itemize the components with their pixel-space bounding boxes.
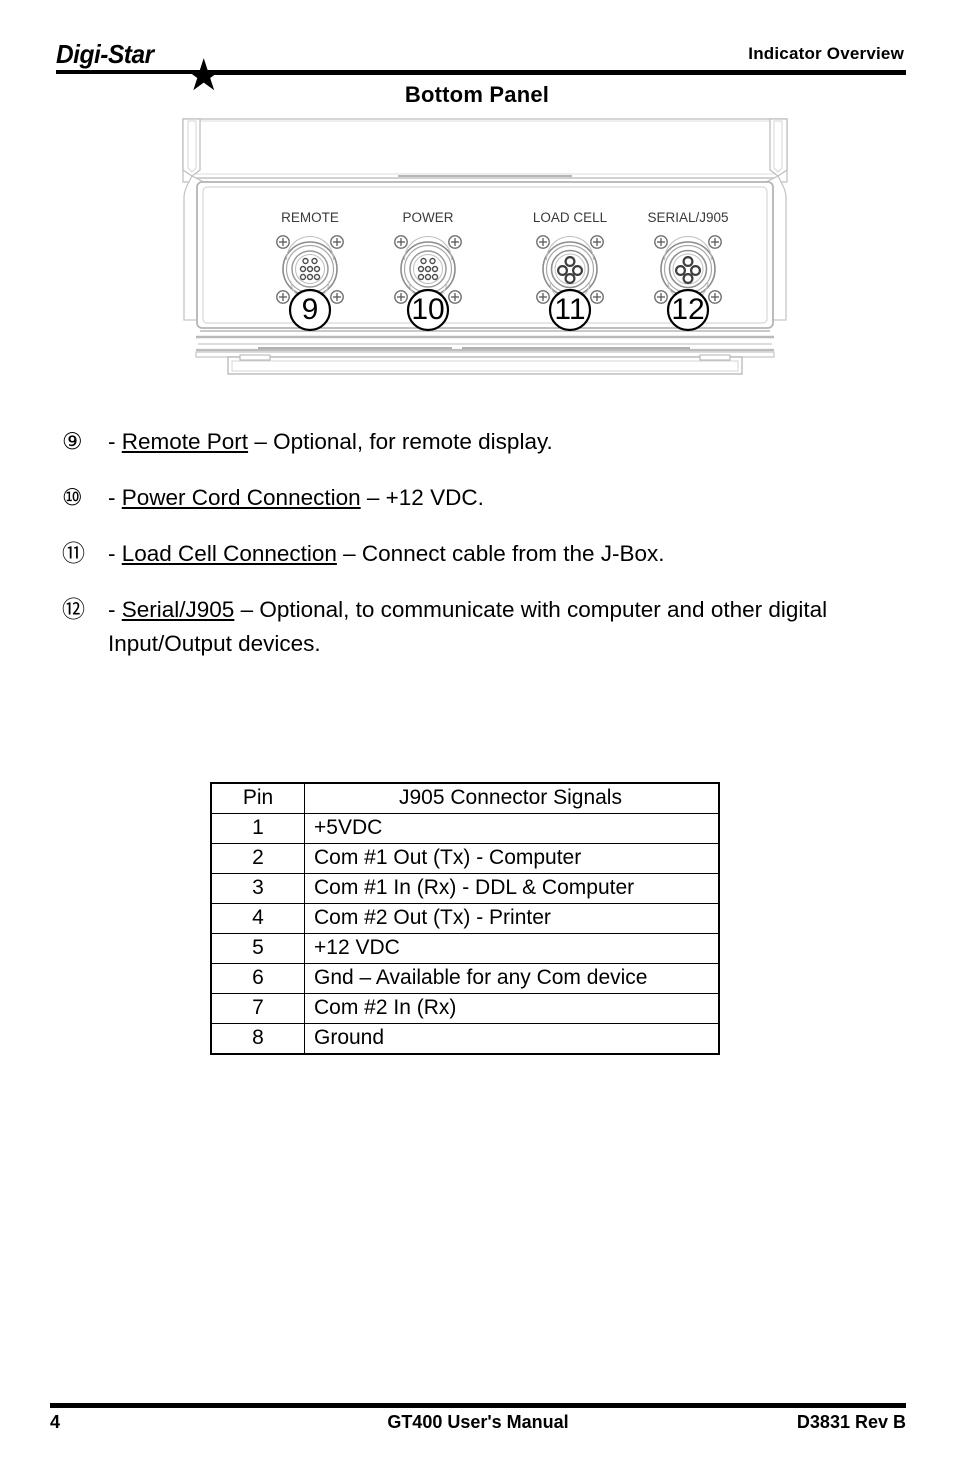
term-remote-port: Remote Port xyxy=(121,429,249,454)
table-row: 1 +5VDC xyxy=(210,813,720,844)
svg-text:9: 9 xyxy=(302,293,319,326)
logo-underline xyxy=(56,70,204,74)
table-header-row: Pin J905 Connector Signals xyxy=(210,782,720,814)
list-item: ⑨ - Remote Port – Optional, for remote d… xyxy=(62,425,922,459)
desc-serial-j905: – Optional, to communicate with computer… xyxy=(234,597,828,622)
list-item: ⑪ - Load Cell Connection – Connect cable… xyxy=(62,537,922,571)
header-rule xyxy=(200,70,906,75)
callout-number-9: ⑨ xyxy=(62,429,83,455)
page-header: Digi-Star ★ Indicator Overview xyxy=(0,0,954,100)
table-row: 5 +12 VDC xyxy=(210,933,720,964)
svg-text:LOAD CELL: LOAD CELL xyxy=(533,210,608,225)
desc-power-cord-connection: – +12 VDC. xyxy=(360,485,484,510)
cell-pin: 5 xyxy=(210,933,305,964)
manual-title: GT400 User's Manual xyxy=(387,1412,569,1432)
cell-signal: Com #1 Out (Tx) - Computer xyxy=(304,843,720,874)
footer-row: 4 GT400 User's Manual D3831 Rev B xyxy=(50,1412,906,1442)
desc-serial-j905-continued: Input/Output devices. xyxy=(108,631,321,656)
page-footer: 4 GT400 User's Manual D3831 Rev B xyxy=(0,1398,954,1458)
header-title: Indicator Overview xyxy=(748,44,904,63)
list-dash-12: - xyxy=(108,597,122,622)
term-load-cell-connection: Load Cell Connection xyxy=(121,541,337,566)
callout-number-12: ⑫ xyxy=(62,597,85,623)
digi-star-logo: Digi-Star ★ xyxy=(56,39,224,100)
cell-signal: Ground xyxy=(304,1023,720,1055)
table-row: 3 Com #1 In (Rx) - DDL & Computer xyxy=(210,873,720,904)
cell-signal: Gnd – Available for any Com device xyxy=(304,963,720,994)
term-serial-j905: Serial/J905 xyxy=(121,597,235,622)
list-dash-9: - xyxy=(108,429,122,454)
footer-rule xyxy=(50,1403,906,1408)
term-power-cord-connection: Power Cord Connection xyxy=(121,485,361,510)
cell-signal: +5VDC xyxy=(304,813,720,844)
cell-pin: 2 xyxy=(210,843,305,874)
list-item: ⑩ - Power Cord Connection – +12 VDC. xyxy=(62,481,922,515)
svg-text:REMOTE: REMOTE xyxy=(281,210,339,225)
cell-pin: 1 xyxy=(210,813,305,844)
column-header-pin: Pin xyxy=(210,782,305,814)
cell-signal: Com #1 In (Rx) - DDL & Computer xyxy=(304,873,720,904)
logo-wordmark: Digi-Star xyxy=(56,39,154,69)
svg-text:SERIAL/J905: SERIAL/J905 xyxy=(647,210,728,225)
svg-text:10: 10 xyxy=(411,293,444,326)
desc-load-cell-connection: – Connect cable from the J-Box. xyxy=(336,541,665,566)
list-dash-11: - xyxy=(108,541,122,566)
cell-pin: 3 xyxy=(210,873,305,904)
table-row: 4 Com #2 Out (Tx) - Printer xyxy=(210,903,720,934)
bottom-panel-diagram: REMOTE 9 POWER 10 LOAD CELL 11 SERIAL/J9… xyxy=(170,112,800,377)
table-row: 6 Gnd – Available for any Com device xyxy=(210,963,720,994)
connector-description-list: ⑨ - Remote Port – Optional, for remote d… xyxy=(62,425,922,661)
list-item: ⑫ - Serial/J905 – Optional, to communica… xyxy=(62,593,922,661)
j905-pin-table: Pin J905 Connector Signals 1 +5VDC 2 Com… xyxy=(210,782,720,1055)
svg-text:POWER: POWER xyxy=(402,210,453,225)
j905-pin-table-wrapper: Pin J905 Connector Signals 1 +5VDC 2 Com… xyxy=(210,782,720,1055)
cell-signal: Com #2 Out (Tx) - Printer xyxy=(304,903,720,934)
page-title: Bottom Panel xyxy=(404,82,550,107)
callout-number-11: ⑪ xyxy=(62,541,85,567)
table-row: 7 Com #2 In (Rx) xyxy=(210,993,720,1024)
column-header-signals: J905 Connector Signals xyxy=(304,782,720,814)
cell-pin: 8 xyxy=(210,1023,305,1055)
cell-pin: 6 xyxy=(210,963,305,994)
callout-number-10: ⑩ xyxy=(62,485,83,511)
desc-remote-port: – Optional, for remote display. xyxy=(248,429,553,454)
list-dash-10: - xyxy=(108,485,122,510)
document-id: D3831 Rev B xyxy=(796,1412,906,1432)
cell-signal: +12 VDC xyxy=(304,933,720,964)
cell-pin: 7 xyxy=(210,993,305,1024)
cell-pin: 4 xyxy=(210,903,305,934)
cell-signal: Com #2 In (Rx) xyxy=(304,993,720,1024)
svg-text:11: 11 xyxy=(554,293,585,326)
table-row: 8 Ground xyxy=(210,1023,720,1055)
table-row: 2 Com #1 Out (Tx) - Computer xyxy=(210,843,720,874)
svg-text:12: 12 xyxy=(671,293,704,326)
